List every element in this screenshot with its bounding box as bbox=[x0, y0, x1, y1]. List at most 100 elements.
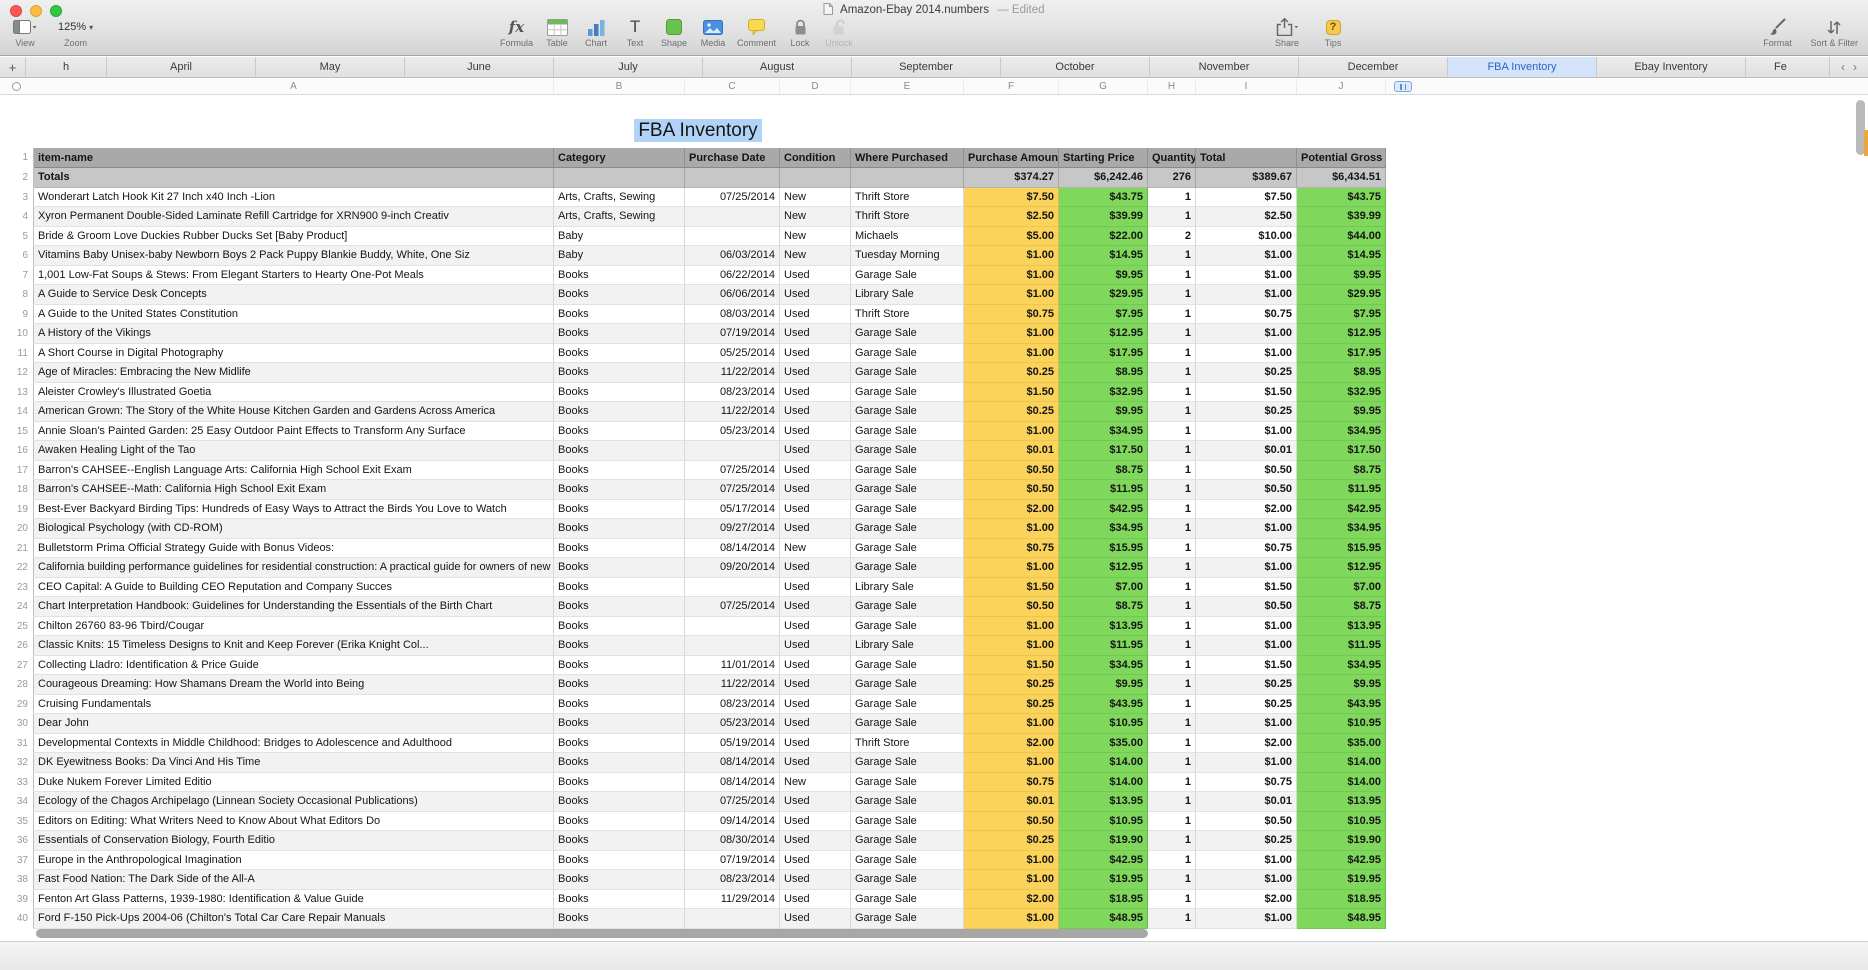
sheet-tab-fba-inventory[interactable]: FBA Inventory bbox=[1448, 57, 1597, 77]
cell[interactable]: $22.00 bbox=[1059, 226, 1148, 246]
cell[interactable]: 1 bbox=[1148, 538, 1196, 558]
cell[interactable]: $14.95 bbox=[1297, 246, 1386, 266]
cell[interactable] bbox=[685, 616, 780, 636]
add-sheet-button[interactable]: + bbox=[0, 57, 26, 77]
cell[interactable]: Garage Sale bbox=[851, 480, 964, 500]
cell[interactable]: Europe in the Anthropological Imaginatio… bbox=[34, 850, 554, 870]
cell[interactable]: 08/14/2014 bbox=[685, 538, 780, 558]
cell[interactable]: 1,001 Low-Fat Soups & Stews: From Elegan… bbox=[34, 265, 554, 285]
cell[interactable]: Editors on Editing: What Writers Need to… bbox=[34, 811, 554, 831]
row-number[interactable]: 2 bbox=[10, 168, 34, 188]
cell[interactable]: New bbox=[780, 538, 851, 558]
cell[interactable]: $10.95 bbox=[1059, 811, 1148, 831]
zoom-control[interactable]: 125% ▾ Zoom bbox=[58, 17, 93, 48]
cell[interactable]: Cruising Fundamentals bbox=[34, 694, 554, 714]
cell[interactable]: $8.75 bbox=[1059, 460, 1148, 480]
cell[interactable]: $0.50 bbox=[1196, 480, 1297, 500]
cell[interactable]: Used bbox=[780, 285, 851, 305]
cell[interactable]: 1 bbox=[1148, 597, 1196, 617]
cell[interactable]: 1 bbox=[1148, 870, 1196, 890]
cell[interactable]: 1 bbox=[1148, 733, 1196, 753]
cell[interactable]: $12.95 bbox=[1297, 558, 1386, 578]
cell[interactable]: Michaels bbox=[851, 226, 964, 246]
cell[interactable]: $1.00 bbox=[964, 870, 1059, 890]
cell[interactable]: $5.00 bbox=[964, 226, 1059, 246]
sheet-tab-december[interactable]: December bbox=[1299, 57, 1448, 77]
cell[interactable]: $2.00 bbox=[1196, 889, 1297, 909]
header-cell[interactable]: Category bbox=[554, 148, 685, 168]
cell[interactable]: $9.95 bbox=[1297, 402, 1386, 422]
header-cell[interactable]: Quantity bbox=[1148, 148, 1196, 168]
cell[interactable]: $2.00 bbox=[964, 733, 1059, 753]
cell[interactable]: 1 bbox=[1148, 382, 1196, 402]
prev-sheet-button[interactable]: ‹ bbox=[1841, 60, 1845, 74]
cell[interactable] bbox=[685, 226, 780, 246]
cell[interactable]: 1 bbox=[1148, 499, 1196, 519]
column-letter-E[interactable]: E bbox=[851, 79, 964, 94]
row-number[interactable]: 28 bbox=[10, 675, 34, 695]
cell[interactable]: Duke Nukem Forever Limited Editio bbox=[34, 772, 554, 792]
cell[interactable]: 1 bbox=[1148, 304, 1196, 324]
cell[interactable]: $19.90 bbox=[1059, 831, 1148, 851]
cell[interactable]: Library Sale bbox=[851, 577, 964, 597]
cell[interactable]: $17.50 bbox=[1297, 441, 1386, 461]
cell[interactable]: Used bbox=[780, 577, 851, 597]
cell[interactable]: Garage Sale bbox=[851, 343, 964, 363]
cell[interactable]: Used bbox=[780, 597, 851, 617]
column-letter-H[interactable]: H bbox=[1148, 79, 1196, 94]
cell[interactable]: $1.00 bbox=[964, 616, 1059, 636]
cell[interactable]: Books bbox=[554, 382, 685, 402]
row-number[interactable]: 9 bbox=[10, 304, 34, 324]
cell[interactable]: $7.95 bbox=[1297, 304, 1386, 324]
cell[interactable]: Books bbox=[554, 324, 685, 344]
cell[interactable]: Used bbox=[780, 304, 851, 324]
cell[interactable]: $13.95 bbox=[1297, 792, 1386, 812]
row-number[interactable]: 7 bbox=[10, 265, 34, 285]
cell[interactable]: $2.00 bbox=[964, 499, 1059, 519]
cell[interactable]: Books bbox=[554, 402, 685, 422]
cell[interactable]: California building performance guidelin… bbox=[34, 558, 554, 578]
cell[interactable]: Used bbox=[780, 421, 851, 441]
cell[interactable]: $44.00 bbox=[1297, 226, 1386, 246]
cell[interactable]: $1.00 bbox=[964, 246, 1059, 266]
cell[interactable]: $1.00 bbox=[964, 714, 1059, 734]
sheet-tab-august[interactable]: August bbox=[703, 57, 852, 77]
cell[interactable]: Used bbox=[780, 694, 851, 714]
cell[interactable]: $32.95 bbox=[1297, 382, 1386, 402]
toolbar-lock-button[interactable]: Lock bbox=[785, 17, 815, 48]
cell[interactable]: Books bbox=[554, 889, 685, 909]
cell[interactable]: Garage Sale bbox=[851, 870, 964, 890]
cell[interactable]: $42.95 bbox=[1297, 499, 1386, 519]
row-number[interactable]: 12 bbox=[10, 363, 34, 383]
cell[interactable]: $8.95 bbox=[1059, 363, 1148, 383]
cell[interactable]: $17.50 bbox=[1059, 441, 1148, 461]
cell[interactable]: $1.00 bbox=[1196, 558, 1297, 578]
cell[interactable]: $2.50 bbox=[964, 207, 1059, 227]
cell[interactable]: $0.01 bbox=[964, 441, 1059, 461]
cell[interactable]: $1.00 bbox=[1196, 285, 1297, 305]
cell[interactable]: 07/25/2014 bbox=[685, 187, 780, 207]
cell[interactable]: Used bbox=[780, 519, 851, 539]
cell[interactable]: 1 bbox=[1148, 831, 1196, 851]
cell[interactable]: 07/25/2014 bbox=[685, 792, 780, 812]
toolbar-chart-button[interactable]: Chart bbox=[581, 17, 611, 48]
cell[interactable]: $1.00 bbox=[1196, 714, 1297, 734]
cell[interactable]: Wonderart Latch Hook Kit 27 Inch x40 Inc… bbox=[34, 187, 554, 207]
cell[interactable]: $17.95 bbox=[1297, 343, 1386, 363]
cell[interactable]: Thrift Store bbox=[851, 207, 964, 227]
cell[interactable]: 07/25/2014 bbox=[685, 480, 780, 500]
cell[interactable]: $1.00 bbox=[964, 753, 1059, 773]
cell[interactable]: Used bbox=[780, 831, 851, 851]
cell[interactable]: $34.95 bbox=[1297, 421, 1386, 441]
cell[interactable]: 1 bbox=[1148, 343, 1196, 363]
cell[interactable]: Used bbox=[780, 324, 851, 344]
cell[interactable]: $14.00 bbox=[1059, 772, 1148, 792]
cell[interactable]: Used bbox=[780, 811, 851, 831]
cell[interactable]: $9.95 bbox=[1297, 675, 1386, 695]
cell[interactable]: $0.25 bbox=[964, 363, 1059, 383]
cell[interactable]: $19.90 bbox=[1297, 831, 1386, 851]
cell[interactable]: Garage Sale bbox=[851, 421, 964, 441]
cell[interactable]: $39.99 bbox=[1297, 207, 1386, 227]
cell[interactable]: Garage Sale bbox=[851, 616, 964, 636]
cell[interactable]: Arts, Crafts, Sewing bbox=[554, 207, 685, 227]
